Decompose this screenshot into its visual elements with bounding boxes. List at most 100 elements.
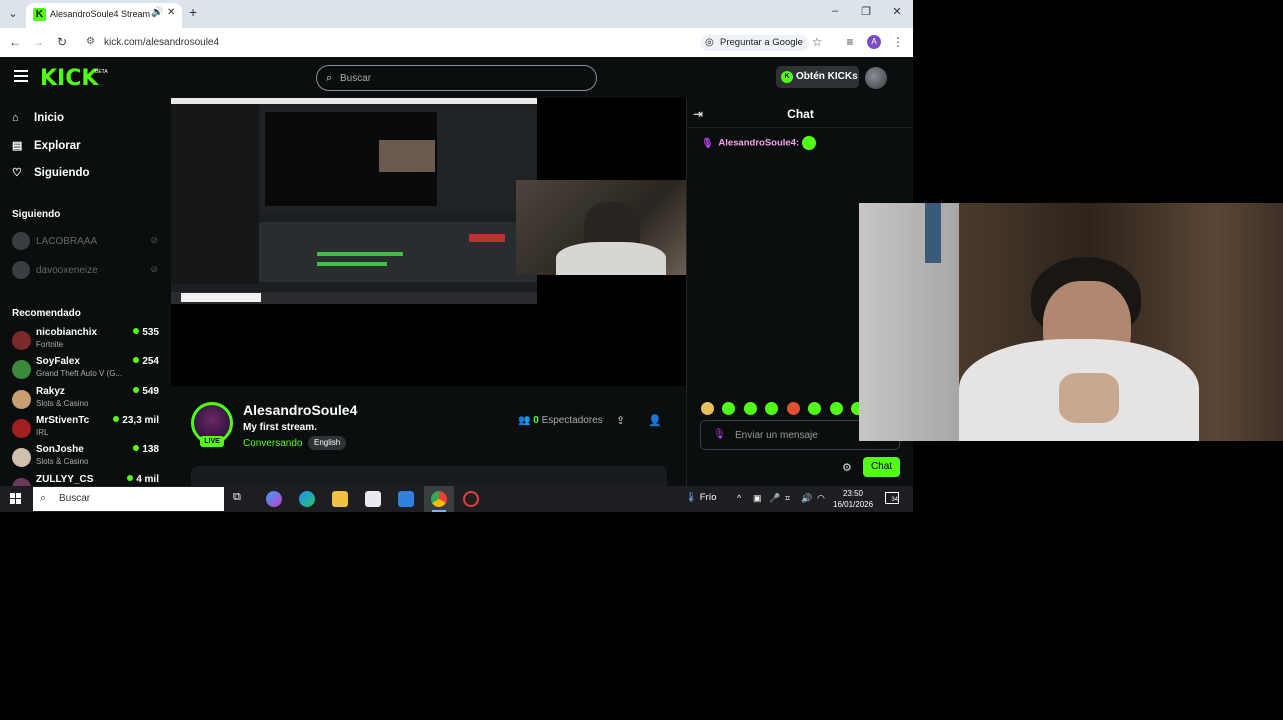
chrome-taskbar-button[interactable]	[424, 486, 454, 512]
browser-tab[interactable]: K AlesandroSoule4 Stream - K 🔊 ✕	[26, 3, 182, 28]
bookmark-star-icon[interactable]: ☆	[810, 35, 824, 49]
profile-avatar[interactable]: A	[867, 35, 881, 49]
viewer-count: 23,3 mil	[113, 415, 159, 426]
sidebar-item-explorar[interactable]: ▤ Explorar	[12, 139, 81, 152]
url-field[interactable]: ⚙ kick.com/alesandrosoule4 ◎ Preguntar a…	[80, 32, 840, 53]
tray-app-icon[interactable]: ▣	[753, 493, 762, 504]
microphone-icon[interactable]: 🎤	[769, 493, 780, 504]
obs-icon[interactable]	[463, 491, 479, 507]
edge-icon[interactable]	[299, 491, 315, 507]
chat-message: 🎙 AlesandroSoule4:	[701, 136, 816, 150]
store-icon[interactable]	[365, 491, 381, 507]
thermometer-icon: 🌡	[685, 492, 698, 503]
user-avatar[interactable]	[865, 67, 887, 89]
video-player[interactable]	[171, 98, 686, 386]
sidebar-item-siguiendo[interactable]: ♡ Siguiendo	[12, 166, 90, 179]
clock-date: 16/01/2026	[833, 500, 874, 509]
broadcaster-mic-icon: 🎙	[701, 137, 714, 149]
emote-icon[interactable]	[701, 402, 714, 416]
forward-arrow-icon[interactable]: →	[31, 35, 45, 49]
wifi-icon[interactable]: ◠	[817, 493, 825, 504]
new-tab-icon[interactable]: +	[189, 4, 197, 20]
emote-icon[interactable]	[765, 402, 779, 416]
channel-name: MrStivenTc	[36, 415, 90, 426]
mail-icon[interactable]	[398, 491, 414, 507]
recommended-item[interactable]: ZULLYY_CS 4 mil	[12, 474, 162, 486]
emote-bar	[701, 400, 868, 416]
home-icon: ⌂	[12, 112, 19, 124]
following-item[interactable]: davooxeneize ⊘	[12, 261, 162, 281]
channel-category: Slots & Casino	[36, 399, 89, 408]
task-view-icon[interactable]: ⧉	[233, 491, 249, 507]
search-icon: ⌕	[326, 72, 333, 84]
avatar	[12, 390, 31, 409]
chat-settings-gear-icon[interactable]: ⚙	[842, 461, 852, 474]
chat-username[interactable]: AlesandroSoule4:	[718, 138, 799, 149]
sidebar-item-label: Siguiendo	[34, 167, 90, 179]
sidebar-item-label: Explorar	[34, 140, 81, 152]
sidebar-item-inicio[interactable]: ⌂ Inicio	[12, 112, 64, 124]
chat-send-button[interactable]: Chat	[863, 457, 900, 477]
recommended-item[interactable]: SonJoshe Slots & Casino 138	[12, 444, 162, 472]
notification-count: 34	[891, 497, 898, 503]
emote-icon[interactable]	[743, 402, 757, 416]
hamburger-menu-icon[interactable]	[14, 70, 28, 82]
taskbar-search-input[interactable]: ⌕ Buscar	[33, 487, 224, 511]
follow-user-icon[interactable]: 👤	[648, 414, 662, 427]
emote-icon[interactable]	[829, 402, 843, 416]
recommended-item[interactable]: nicobianchix Fortnite 535	[12, 327, 162, 355]
recommended-item[interactable]: SoyFalex Grand Theft Auto V (G... 254	[12, 356, 162, 384]
browser-menu-icon[interactable]: ⋮	[891, 35, 905, 49]
media-control-icon[interactable]: ≡	[843, 35, 857, 49]
search-input[interactable]: ⌕ Buscar	[316, 65, 597, 91]
viewer-count: 4 mil	[127, 474, 159, 485]
restore-icon[interactable]: ❐	[859, 5, 873, 18]
back-arrow-icon[interactable]: ←	[8, 35, 22, 49]
recommended-item[interactable]: Rakyz Slots & Casino 549	[12, 386, 162, 414]
kick-logo[interactable]: KICK	[40, 66, 98, 91]
channel-category: Grand Theft Auto V (G...	[36, 369, 123, 378]
tray-chevron-icon[interactable]: ^	[737, 493, 741, 503]
close-tab-icon[interactable]: ✕	[167, 7, 175, 18]
tab-list-chevron-icon[interactable]: ⌄	[4, 5, 22, 23]
reload-icon[interactable]: ↻	[55, 35, 69, 49]
channel-name: SonJoshe	[36, 444, 84, 455]
emote-icon[interactable]	[786, 402, 800, 416]
windows-start-icon[interactable]	[10, 493, 22, 505]
following-item[interactable]: LACOBRAAA ⊘	[12, 232, 162, 252]
screen: ⌄ K AlesandroSoule4 Stream - K 🔊 ✕ + – ❐…	[0, 0, 1283, 720]
ask-google-button[interactable]: ◎ Preguntar a Google	[700, 35, 809, 51]
following-section-title: Siguiendo	[12, 209, 61, 220]
volume-icon[interactable]: 🔊	[801, 493, 812, 504]
emote-icon[interactable]	[808, 402, 822, 416]
stream-category[interactable]: Conversando	[243, 438, 302, 449]
stream-webcam-capture	[516, 180, 686, 275]
network-icon[interactable]: ⌗	[785, 493, 790, 504]
language-tag[interactable]: English	[308, 436, 347, 450]
notification-center-icon[interactable]: 34	[885, 492, 899, 504]
get-kicks-button[interactable]: K Obtén KICKs	[776, 66, 859, 88]
beta-badge: BETA	[95, 69, 108, 75]
taskbar-search-placeholder: Buscar	[59, 493, 91, 504]
stream-screen-capture	[171, 98, 537, 304]
copilot-icon[interactable]	[266, 491, 282, 507]
minimize-icon[interactable]: –	[828, 5, 842, 17]
channel-category: IRL	[36, 428, 49, 437]
recommended-item[interactable]: MrStivenTc IRL 23,3 mil	[12, 415, 162, 443]
url-text: kick.com/alesandrosoule4	[104, 37, 220, 48]
share-icon[interactable]: ⇪	[616, 414, 625, 427]
viewers-label: Espectadores	[541, 415, 603, 426]
chat-title: Chat	[787, 107, 814, 121]
sidebar: ⌂ Inicio ▤ Explorar ♡ Siguiendo Siguiendo L…	[0, 98, 168, 486]
file-explorer-icon[interactable]	[332, 491, 348, 507]
speaker-icon[interactable]: 🔊	[151, 7, 163, 18]
channel-name[interactable]: AlesandroSoule4	[243, 402, 357, 418]
sidebar-item-label: Inicio	[34, 112, 65, 124]
window-close-icon[interactable]: ✕	[890, 5, 904, 18]
taskbar-clock[interactable]: 23:50 16/01/2026	[833, 488, 873, 510]
emote-icon[interactable]	[722, 402, 736, 416]
site-info-icon[interactable]: ⚙	[86, 36, 95, 47]
channel-category: Fortnite	[36, 340, 64, 349]
offline-icon: ⊘	[150, 264, 158, 274]
weather-widget[interactable]: 🌡 Frío	[685, 492, 717, 503]
